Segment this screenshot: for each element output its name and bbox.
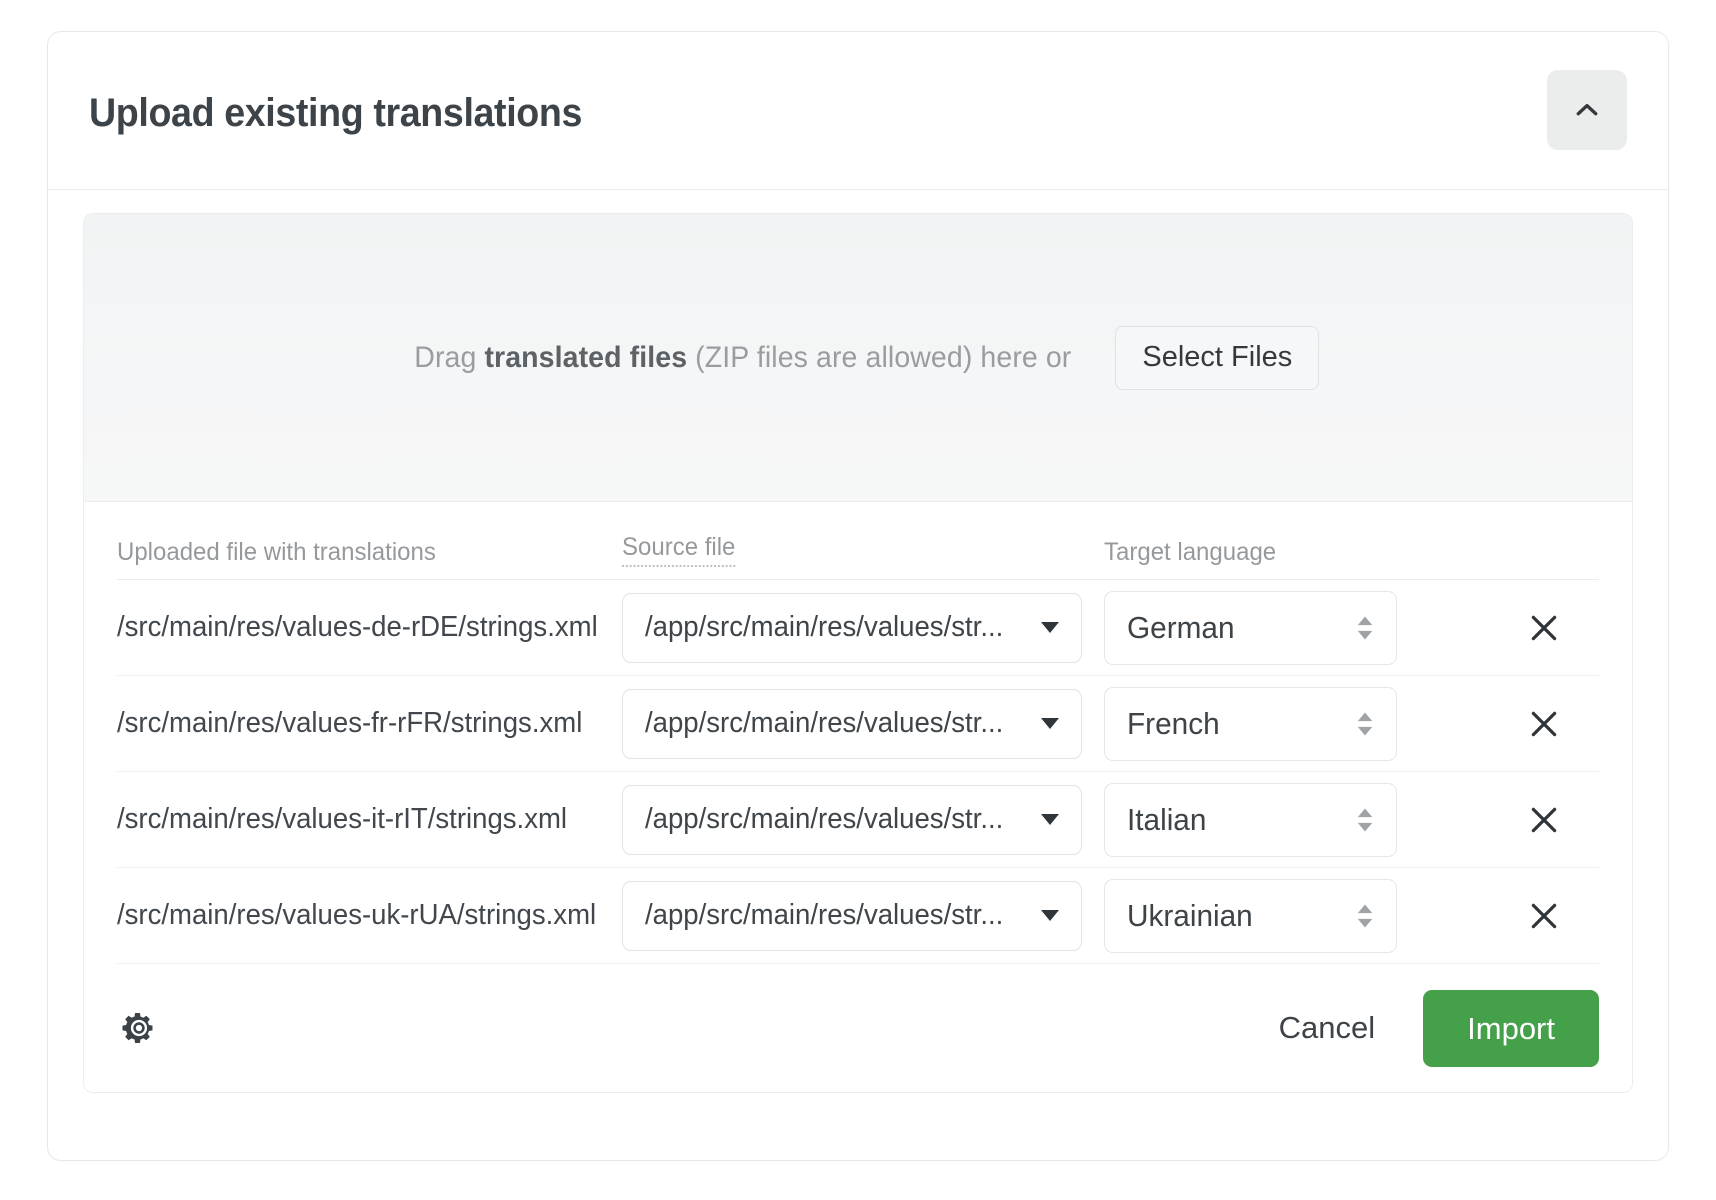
- table-row: /src/main/res/values-it-rIT/strings.xml …: [117, 772, 1599, 868]
- target-language-select[interactable]: Italian: [1104, 783, 1397, 857]
- updown-arrows-icon: [1356, 711, 1374, 737]
- remove-row-cell: [1489, 797, 1599, 843]
- chevron-down-icon: [1041, 718, 1059, 729]
- card-header: Upload existing translations: [48, 32, 1668, 190]
- panel-footer: Cancel Import: [84, 964, 1632, 1092]
- gear-icon: [121, 1010, 157, 1046]
- dropzone-text-emphasis: translated files: [484, 341, 687, 374]
- import-button[interactable]: Import: [1423, 990, 1599, 1067]
- target-language-cell: French: [1104, 687, 1489, 761]
- source-file-value: /app/src/main/res/values/str...: [645, 611, 1014, 644]
- updown-arrows-icon: [1356, 903, 1374, 929]
- close-icon: [1527, 707, 1561, 741]
- target-language-cell: German: [1104, 591, 1489, 665]
- uploaded-file-path: /src/main/res/values-it-rIT/strings.xml: [117, 803, 597, 836]
- uploaded-file-path: /src/main/res/values-de-rDE/strings.xml: [117, 611, 597, 644]
- column-header-source-file: Source file: [622, 533, 1085, 579]
- collapse-panel-button[interactable]: [1547, 70, 1627, 150]
- target-language-value: German: [1127, 610, 1347, 646]
- updown-arrows-icon: [1356, 615, 1374, 641]
- updown-arrows-icon: [1356, 807, 1374, 833]
- source-file-dropdown[interactable]: /app/src/main/res/values/str...: [622, 785, 1082, 855]
- settings-button[interactable]: [117, 1006, 161, 1050]
- upload-panel: Drag translated files (ZIP files are all…: [83, 213, 1633, 1093]
- chevron-down-icon: [1041, 814, 1059, 825]
- source-file-value: /app/src/main/res/values/str...: [645, 803, 1014, 836]
- select-files-button[interactable]: Select Files: [1115, 326, 1319, 390]
- chevron-down-icon: [1041, 910, 1059, 921]
- page-title: Upload existing translations: [89, 91, 582, 136]
- dropzone-content: Drag translated files (ZIP files are all…: [397, 326, 1320, 390]
- uploaded-file-path: /src/main/res/values-fr-rFR/strings.xml: [117, 707, 597, 740]
- source-file-cell: /app/src/main/res/values/str...: [622, 593, 1104, 663]
- source-file-dropdown[interactable]: /app/src/main/res/values/str...: [622, 881, 1082, 951]
- target-language-select[interactable]: French: [1104, 687, 1397, 761]
- table-row: /src/main/res/values-uk-rUA/strings.xml …: [117, 868, 1599, 964]
- target-language-value: Italian: [1127, 802, 1347, 838]
- source-file-cell: /app/src/main/res/values/str...: [622, 785, 1104, 855]
- source-file-value: /app/src/main/res/values/str...: [645, 899, 1014, 932]
- remove-row-cell: [1489, 701, 1599, 747]
- source-file-cell: /app/src/main/res/values/str...: [622, 881, 1104, 951]
- close-icon: [1527, 899, 1561, 933]
- dropzone-instructions: Drag translated files (ZIP files are all…: [414, 341, 1071, 375]
- column-header-source-file-label[interactable]: Source file: [622, 533, 735, 567]
- target-language-cell: Italian: [1104, 783, 1489, 857]
- file-dropzone[interactable]: Drag translated files (ZIP files are all…: [84, 214, 1632, 502]
- dropzone-text-after: (ZIP files are allowed) here or: [687, 341, 1071, 374]
- column-header-target-language: Target language: [1104, 538, 1579, 579]
- remove-row-button[interactable]: [1521, 797, 1567, 843]
- source-file-dropdown[interactable]: /app/src/main/res/values/str...: [622, 689, 1082, 759]
- table-row: /src/main/res/values-de-rDE/strings.xml …: [117, 580, 1599, 676]
- target-language-select[interactable]: Ukrainian: [1104, 879, 1397, 953]
- remove-row-button[interactable]: [1521, 893, 1567, 939]
- dropzone-text-before: Drag: [414, 341, 484, 374]
- chevron-down-icon: [1041, 622, 1059, 633]
- target-language-select[interactable]: German: [1104, 591, 1397, 665]
- uploaded-files-table: Uploaded file with translations Source f…: [84, 502, 1632, 964]
- column-header-uploaded-file: Uploaded file with translations: [117, 538, 602, 579]
- table-row: /src/main/res/values-fr-rFR/strings.xml …: [117, 676, 1599, 772]
- remove-row-button[interactable]: [1521, 701, 1567, 747]
- source-file-cell: /app/src/main/res/values/str...: [622, 689, 1104, 759]
- target-language-value: French: [1127, 706, 1347, 742]
- remove-row-button[interactable]: [1521, 605, 1567, 651]
- remove-row-cell: [1489, 605, 1599, 651]
- uploaded-file-path: /src/main/res/values-uk-rUA/strings.xml: [117, 899, 597, 932]
- close-icon: [1527, 803, 1561, 837]
- close-icon: [1527, 611, 1561, 645]
- table-header-row: Uploaded file with translations Source f…: [117, 502, 1599, 580]
- remove-row-cell: [1489, 893, 1599, 939]
- cancel-button[interactable]: Cancel: [1257, 996, 1398, 1060]
- target-language-cell: Ukrainian: [1104, 879, 1489, 953]
- chevron-up-icon: [1572, 95, 1602, 125]
- source-file-value: /app/src/main/res/values/str...: [645, 707, 1014, 740]
- target-language-value: Ukrainian: [1127, 898, 1347, 934]
- source-file-dropdown[interactable]: /app/src/main/res/values/str...: [622, 593, 1082, 663]
- upload-translations-card: Upload existing translations Drag transl…: [47, 31, 1669, 1161]
